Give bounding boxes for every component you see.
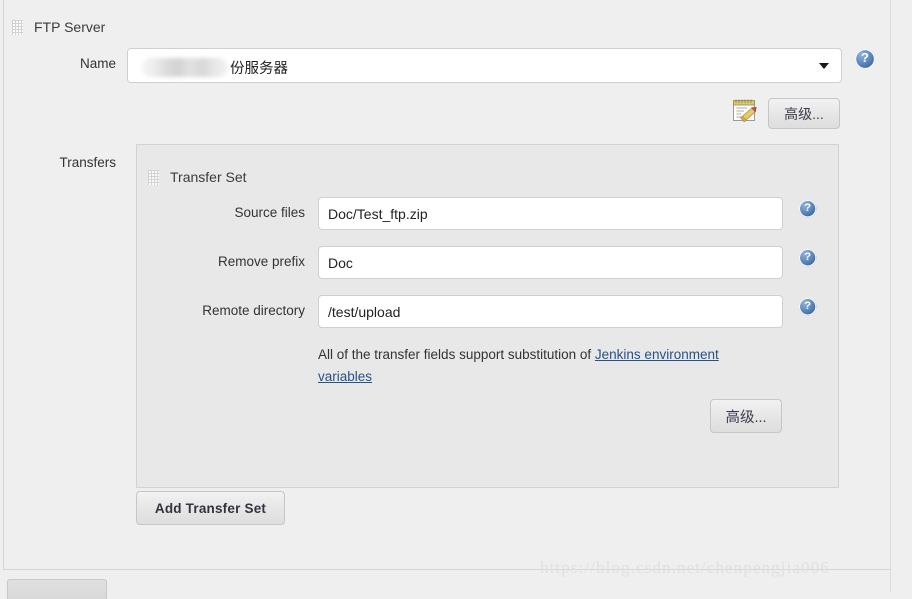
source-files-input[interactable]	[318, 197, 783, 230]
bottom-partial-button[interactable]	[7, 579, 107, 599]
panel-left-border	[3, 0, 4, 570]
help-icon[interactable]	[799, 249, 817, 267]
name-label: Name	[79, 56, 116, 71]
notepad-edit-icon[interactable]	[731, 97, 760, 125]
transfer-set-header: Transfer Set	[148, 169, 247, 185]
substitution-hint: All of the transfer fields support subst…	[318, 344, 738, 388]
drag-handle-icon[interactable]	[12, 19, 23, 35]
help-icon[interactable]	[799, 298, 817, 316]
remote-directory-help-button[interactable]	[799, 298, 817, 318]
name-select-value: 份服务器	[142, 57, 288, 78]
help-icon[interactable]	[799, 200, 817, 218]
panel-right-border	[890, 0, 891, 592]
remove-prefix-help-button[interactable]	[799, 249, 817, 269]
section-title: FTP Server	[34, 19, 106, 35]
transfer-set-title: Transfer Set	[170, 169, 247, 185]
drag-handle-icon[interactable]	[148, 169, 159, 185]
advanced-button-top[interactable]: 高级...	[768, 98, 840, 129]
watermark: https://blog.csdn.net/chenpengjia006	[540, 558, 830, 577]
remove-prefix-label: Remove prefix	[217, 254, 305, 269]
name-select-visible-text: 份服务器	[230, 61, 288, 77]
help-icon[interactable]	[855, 49, 876, 70]
remote-directory-input[interactable]	[318, 295, 783, 328]
name-help-button[interactable]	[855, 49, 876, 73]
name-select[interactable]: 份服务器	[127, 48, 842, 83]
advanced-button-transfer-set[interactable]: 高级...	[710, 399, 782, 433]
remove-prefix-input[interactable]	[318, 246, 783, 279]
ftp-server-config-page: FTP Server Name 份服务器 ? 高级... Transfers T…	[0, 0, 912, 599]
chevron-down-icon[interactable]	[819, 63, 829, 69]
hint-prefix-text: All of the transfer fields support subst…	[318, 347, 595, 362]
source-files-label: Source files	[234, 205, 305, 220]
redacted-text-mask	[142, 58, 228, 77]
ftp-server-header: FTP Server	[12, 19, 105, 35]
transfers-label: Transfers	[59, 155, 116, 170]
source-files-help-button[interactable]	[799, 200, 817, 220]
add-transfer-set-button[interactable]: Add Transfer Set	[136, 491, 285, 525]
remote-directory-label: Remote directory	[202, 303, 305, 318]
